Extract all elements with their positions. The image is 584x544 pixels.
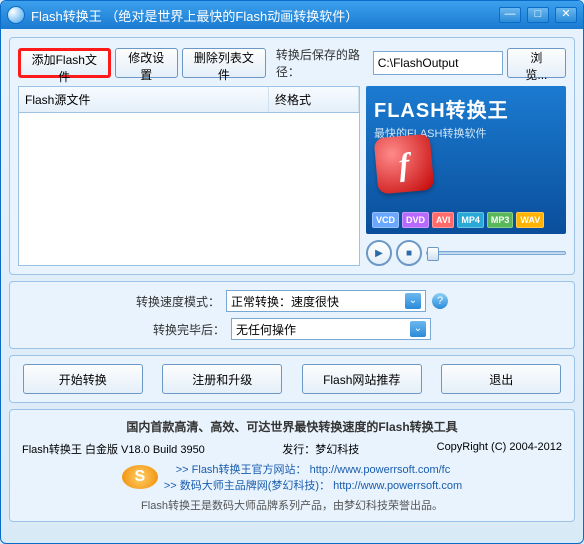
maximize-button[interactable]: □	[527, 7, 549, 23]
banner-title: FLASH转换王	[374, 94, 558, 123]
help-icon[interactable]: ?	[432, 293, 448, 309]
main-panel: 添加Flash文件 修改设置 删除列表文件 转换后保存的路径： 浏览... Fl…	[9, 37, 575, 275]
add-flash-button[interactable]: 添加Flash文件	[18, 48, 111, 78]
official-site-link[interactable]: http://www.powerrsoft.com/fc	[310, 464, 451, 476]
speed-label: 转换速度模式：	[136, 293, 220, 310]
after-value: 无任何操作	[236, 321, 296, 338]
actions-panel: 开始转换 注册和升级 Flash网站推荐 退出	[9, 355, 575, 403]
recommend-button[interactable]: Flash网站推荐	[302, 364, 422, 394]
col-source[interactable]: Flash源文件	[19, 87, 269, 112]
link1-prefix: >> Flash转换王官方网站：	[176, 464, 307, 476]
speed-select[interactable]: 正常转换：速度很快 ⌄	[226, 290, 426, 312]
brand-swirl-icon: S	[122, 465, 158, 489]
app-window: Flash转换王 （绝对是世界上最快的Flash动画转换软件） — □ ✕ 添加…	[0, 0, 584, 544]
format-badge-mp3: MP3	[487, 212, 514, 228]
footer-headline: 国内首款高清、高效、可达世界最快转换速度的Flash转换工具	[18, 418, 566, 435]
version-text: Flash转换王 白金版 V18.0 Build 3950	[22, 441, 205, 457]
slider-thumb[interactable]	[427, 247, 439, 261]
file-table[interactable]: Flash源文件 终格式	[18, 86, 360, 266]
format-badge-dvd: DVD	[402, 212, 429, 228]
format-badge-vcd: VCD	[372, 212, 399, 228]
modify-settings-button[interactable]: 修改设置	[115, 48, 178, 78]
format-badge-mp4: MP4	[457, 212, 484, 228]
copyright-text: CopyRight (C) 2004-2012	[437, 441, 562, 457]
titlebar[interactable]: Flash转换王 （绝对是世界上最快的Flash动画转换软件） — □ ✕	[1, 1, 583, 29]
close-button[interactable]: ✕	[555, 7, 577, 23]
window-title: Flash转换王 （绝对是世界上最快的Flash动画转换软件）	[31, 6, 499, 25]
save-path-label: 转换后保存的路径：	[276, 46, 369, 80]
progress-slider[interactable]	[426, 251, 566, 255]
speed-value: 正常转换：速度很快	[231, 293, 339, 310]
save-path-input[interactable]	[373, 51, 503, 75]
publisher-text: 发行：梦幻科技	[282, 441, 359, 457]
app-icon	[7, 6, 25, 24]
after-label: 转换完毕后：	[153, 321, 225, 338]
options-panel: 转换速度模式： 正常转换：速度很快 ⌄ ? 转换完毕后： 无任何操作 ⌄	[9, 281, 575, 349]
play-button[interactable]: ▶	[366, 240, 392, 266]
flash-logo-icon: f	[374, 134, 435, 195]
browse-button[interactable]: 浏览...	[507, 48, 566, 78]
after-select[interactable]: 无任何操作 ⌄	[231, 318, 431, 340]
bottom-note: Flash转换王是数码大师品牌系列产品，由梦幻科技荣誉出品。	[18, 497, 566, 513]
footer-panel: 国内首款高清、高效、可达世界最快转换速度的Flash转换工具 Flash转换王 …	[9, 409, 575, 522]
chevron-down-icon: ⌄	[405, 293, 421, 309]
format-badge-wav: WAV	[516, 212, 544, 228]
promo-banner: FLASH转换王 最快的FLASH转换软件 f VCDDVDAVIMP4MP3W…	[366, 86, 566, 234]
exit-button[interactable]: 退出	[441, 364, 561, 394]
minimize-button[interactable]: —	[499, 7, 521, 23]
chevron-down-icon: ⌄	[410, 321, 426, 337]
brand-site-link[interactable]: http://www.powerrsoft.com	[333, 480, 462, 492]
start-convert-button[interactable]: 开始转换	[23, 364, 143, 394]
delete-list-button[interactable]: 删除列表文件	[182, 48, 266, 78]
format-badge-avi: AVI	[432, 212, 454, 228]
register-button[interactable]: 注册和升级	[162, 364, 282, 394]
preview-pane: FLASH转换王 最快的FLASH转换软件 f VCDDVDAVIMP4MP3W…	[366, 86, 566, 266]
format-badges: VCDDVDAVIMP4MP3WAV	[372, 212, 544, 228]
link2-prefix: >> 数码大师主品牌网(梦幻科技)：	[164, 480, 330, 492]
col-format[interactable]: 终格式	[269, 87, 359, 112]
stop-button[interactable]: ■	[396, 240, 422, 266]
